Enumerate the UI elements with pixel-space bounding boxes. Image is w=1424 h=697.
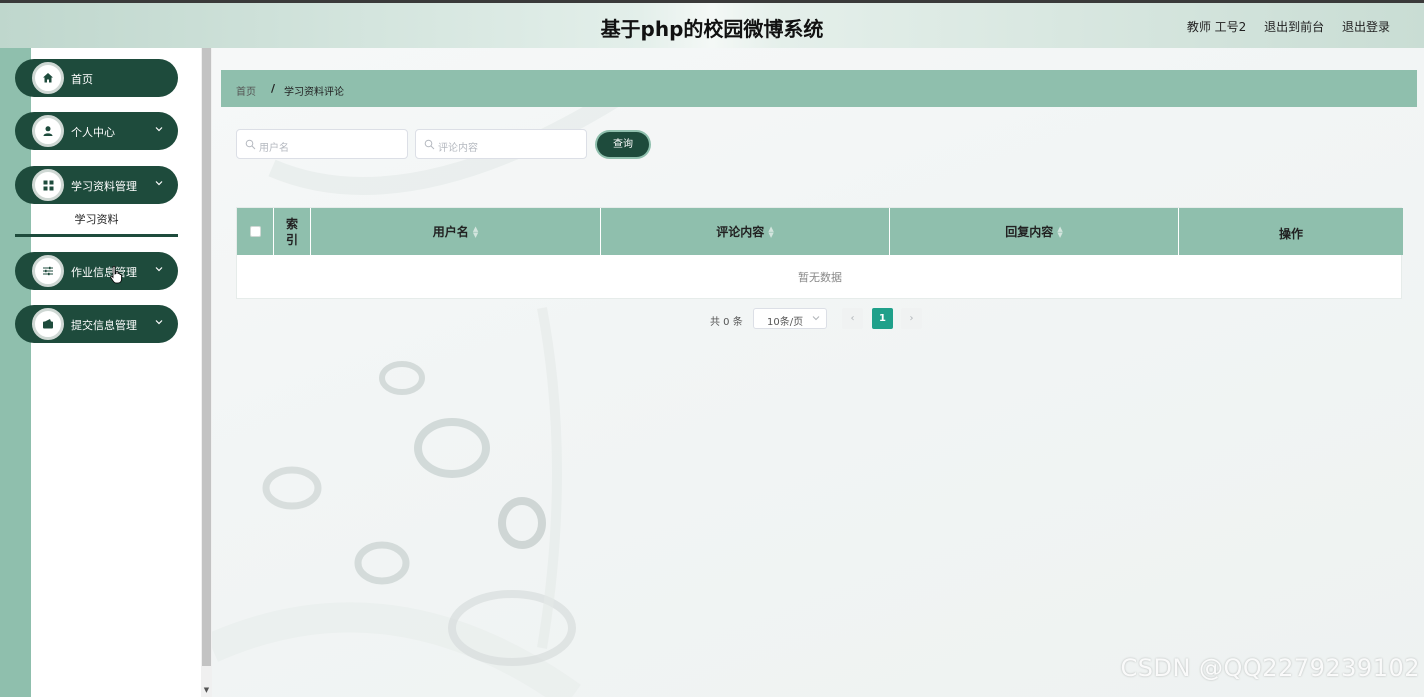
- column-header-label: 用户名: [432, 225, 469, 239]
- page-size-value: 10条/页: [767, 317, 804, 328]
- scroll-down-arrow-icon[interactable]: ▼: [202, 685, 211, 695]
- column-header-label: 操作: [1278, 227, 1303, 241]
- chevron-left-icon: ‹: [850, 313, 855, 324]
- column-header-actions: 操作: [1179, 208, 1403, 255]
- submenu-item-study-material[interactable]: 学习资料: [15, 205, 178, 237]
- table-header: 索引 用户名 ▲ ▼ 评论内容 ▲ ▼ 回复内容 ▲ ▼ 操作: [237, 208, 1403, 255]
- sliders-icon: [32, 255, 64, 287]
- column-header-index: 索引: [274, 208, 311, 255]
- sidebar-item-label: 提交信息管理: [71, 319, 137, 332]
- page-1-button[interactable]: 1: [872, 308, 893, 329]
- sidebar-scrollbar-thumb[interactable]: [202, 48, 211, 666]
- top-header: 基于php的校园微博系统 教师 工号2 退出到前台 退出登录: [0, 3, 1424, 48]
- csdn-watermark: CSDN @QQ2279239102: [1120, 654, 1420, 682]
- column-header-label: 索引: [285, 216, 298, 247]
- column-header-label: 回复内容: [1005, 225, 1054, 239]
- sidebar-item-label: 作业信息管理: [71, 266, 137, 279]
- wallet-icon: [32, 308, 64, 340]
- current-user: 教师 工号2: [1186, 20, 1247, 34]
- breadcrumb-home-link[interactable]: 首页: [236, 83, 256, 98]
- sidebar-item-home[interactable]: 首页: [15, 59, 178, 97]
- next-page-button[interactable]: ›: [901, 308, 922, 329]
- breadcrumb-current: 学习资料评论: [284, 87, 344, 98]
- select-all-column: [237, 208, 274, 255]
- sidebar-item-submission-management[interactable]: 提交信息管理: [15, 305, 178, 343]
- breadcrumb-separator: /: [271, 82, 276, 95]
- sidebar-item-personal-center[interactable]: 个人中心: [15, 112, 178, 150]
- breadcrumb: 首页 / 学习资料评论: [221, 70, 1417, 107]
- chevron-down-icon: [155, 181, 163, 186]
- sidebar-item-label: 学习资料管理: [71, 180, 137, 193]
- sidebar-item-homework-management[interactable]: 作业信息管理: [15, 252, 178, 290]
- main-content: 首页 / 学习资料评论 用户名 评论内容 查询 索引 用户名 ▲ ▼ 评论内容 ▲…: [212, 48, 1424, 697]
- empty-table-message: 暂无数据: [798, 271, 842, 284]
- chevron-down-icon: [155, 127, 163, 132]
- sidebar-item-label: 个人中心: [71, 126, 115, 139]
- search-icon: [245, 139, 256, 150]
- chevron-down-icon: [155, 320, 163, 325]
- query-button[interactable]: 查询: [597, 132, 649, 157]
- column-header-reply[interactable]: 回复内容 ▲ ▼: [890, 208, 1179, 255]
- home-icon: [32, 62, 64, 94]
- pagination-total: 共 0 条: [710, 317, 743, 328]
- username-placeholder: 用户名: [259, 143, 289, 154]
- header-links: 教师 工号2 退出到前台 退出登录: [1173, 18, 1390, 35]
- sort-icon[interactable]: ▲ ▼: [1057, 225, 1062, 238]
- mouse-pointer-icon: [110, 266, 122, 284]
- chevron-down-icon: [812, 316, 820, 321]
- search-icon: [424, 139, 435, 150]
- comment-placeholder: 评论内容: [438, 143, 478, 154]
- username-search-input[interactable]: 用户名: [236, 129, 408, 159]
- select-all-checkbox[interactable]: [249, 226, 261, 237]
- column-header-username[interactable]: 用户名 ▲ ▼: [311, 208, 601, 255]
- logout-link[interactable]: 退出登录: [1342, 20, 1390, 34]
- sidebar-item-study-material-management[interactable]: 学习资料管理: [15, 166, 178, 204]
- sidebar-item-label: 首页: [71, 73, 93, 86]
- comments-table: 索引 用户名 ▲ ▼ 评论内容 ▲ ▼ 回复内容 ▲ ▼ 操作 暂无数据: [236, 207, 1403, 299]
- comment-search-input[interactable]: 评论内容: [415, 129, 587, 159]
- chevron-down-icon: [155, 267, 163, 272]
- grid-icon: [32, 169, 64, 201]
- column-header-comment[interactable]: 评论内容 ▲ ▼: [601, 208, 890, 255]
- page-size-select[interactable]: 10条/页: [753, 308, 827, 329]
- sort-icon[interactable]: ▲ ▼: [768, 225, 773, 238]
- exit-to-front-link[interactable]: 退出到前台: [1264, 20, 1324, 34]
- column-header-label: 评论内容: [716, 225, 765, 239]
- chevron-right-icon: ›: [909, 313, 914, 324]
- prev-page-button[interactable]: ‹: [842, 308, 863, 329]
- user-icon: [32, 115, 64, 147]
- sort-icon[interactable]: ▲ ▼: [473, 225, 478, 238]
